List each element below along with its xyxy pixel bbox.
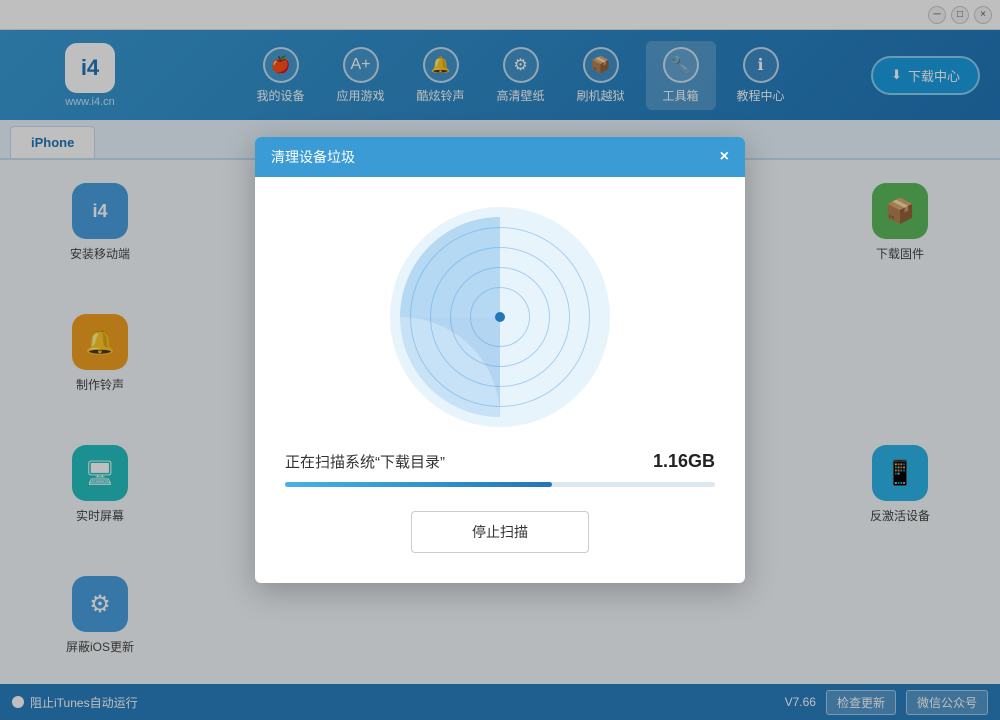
modal-overlay: 清理设备垃圾 × (0, 0, 1000, 720)
modal-close-button[interactable]: × (720, 149, 729, 165)
scan-status-area: 正在扫描系统“下载目录” 1.16GB (285, 451, 715, 472)
scan-size-value: 1.16GB (653, 451, 715, 472)
modal-header: 清理设备垃圾 × (255, 137, 745, 177)
progress-bar-fill (285, 482, 552, 487)
radar-graphic (390, 207, 610, 427)
modal-body: 正在扫描系统“下载目录” 1.16GB 停止扫描 (255, 177, 745, 583)
progress-bar-background (285, 482, 715, 487)
scan-modal: 清理设备垃圾 × (255, 137, 745, 583)
modal-title: 清理设备垃圾 (271, 147, 355, 167)
stop-scan-button[interactable]: 停止扫描 (411, 511, 589, 553)
scan-status-text: 正在扫描系统“下载目录” (285, 451, 445, 472)
radar-dot (495, 312, 505, 322)
